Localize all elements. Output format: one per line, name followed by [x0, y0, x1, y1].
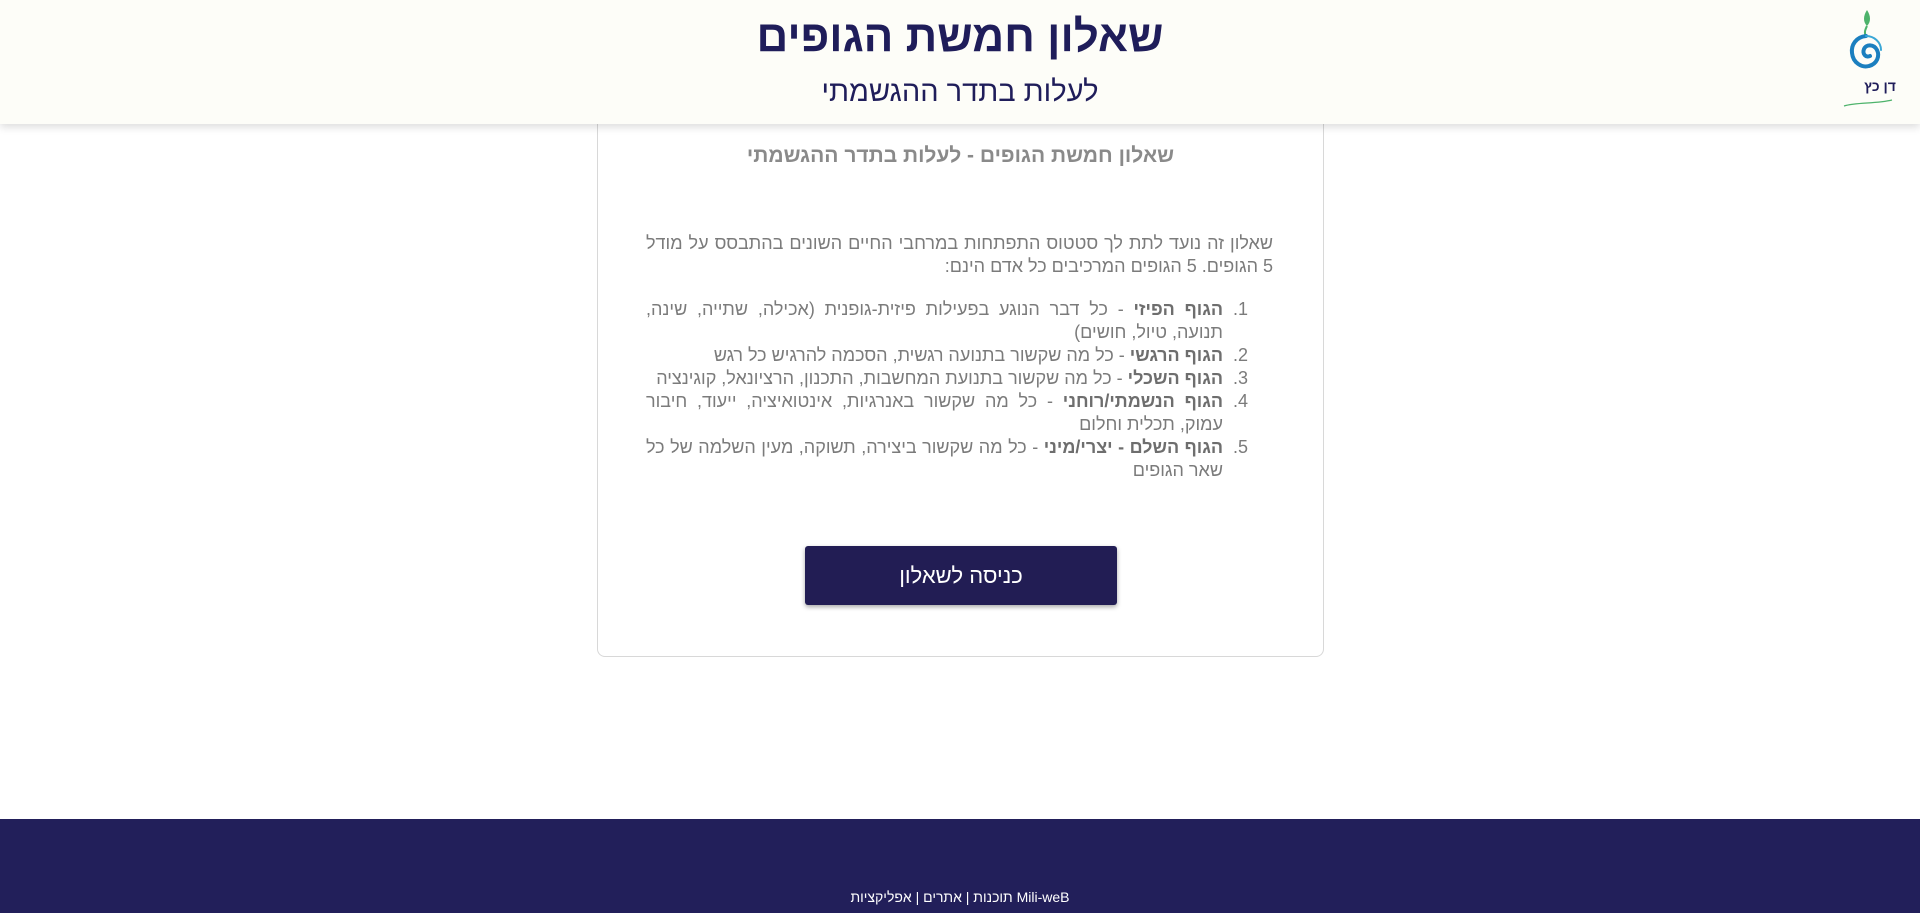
- card-title: שאלון חמשת הגופים - לעלות בתדר ההגשמתי: [746, 144, 1175, 167]
- spiral-sprout-icon: [1843, 10, 1893, 107]
- logo-name: דן כץ: [1864, 78, 1896, 94]
- list-item: 5. הגוף השלם - יצרי/מיני - כל מה שקשור ב…: [646, 436, 1248, 482]
- page-title: שאלון חמשת הגופים: [756, 12, 1164, 61]
- list-item-number: 4.: [1232, 391, 1248, 411]
- page-subtitle: לעלות בתדר ההגשמתי: [821, 76, 1099, 108]
- body-name: הגוף השלם - יצרי/מיני: [1043, 437, 1223, 457]
- list-item-number: 2.: [1232, 345, 1248, 365]
- list-item: 1. הגוף הפיזי - כל דבר הנוגע בפעילות פיז…: [646, 298, 1248, 344]
- list-item: 2. הגוף הרגשי - כל מה שקשור בתנועה רגשית…: [646, 344, 1248, 367]
- body-name: הגוף השכלי: [1127, 368, 1223, 388]
- body-description: - כל מה שקשור בתנועת המחשבות, התכנון, הר…: [656, 368, 1128, 388]
- list-item-number: 1.: [1232, 299, 1248, 319]
- intro-text: שאלון זה נועד לתת לך סטטוס התפתחות במרחב…: [646, 233, 1273, 276]
- body-description: - כל מה שקשור בתנועה רגשית, הסכמה להרגיש…: [713, 345, 1130, 365]
- enter-questionnaire-button[interactable]: כניסה לשאלון: [805, 546, 1117, 605]
- body-name: הגוף הרגשי: [1129, 345, 1223, 365]
- footer-credit-link[interactable]: Mili-weB תוכנות | אתרים | אפליקציות: [0, 889, 1920, 905]
- site-header: שאלון חמשת הגופים לעלות בתדר ההגשמתי דן …: [0, 0, 1920, 124]
- list-item: 4. הגוף הנשמתי/רוחני - כל מה שקשור באנרג…: [646, 390, 1248, 436]
- list-item: 3. הגוף השכלי - כל מה שקשור בתנועת המחשב…: [646, 367, 1248, 390]
- body-name: הגוף הפיזי: [1133, 299, 1224, 319]
- list-item-number: 5.: [1232, 437, 1248, 457]
- site-footer: Mili-weB תוכנות | אתרים | אפליקציות: [0, 819, 1920, 913]
- five-bodies-list: 1. הגוף הפיזי - כל דבר הנוגע בפעילות פיז…: [646, 298, 1273, 482]
- body-name: הגוף הנשמתי/רוחני: [1062, 391, 1224, 411]
- questionnaire-card: שאלון חמשת הגופים - לעלות בתדר ההגשמתי ש…: [597, 100, 1324, 657]
- list-item-number: 3.: [1232, 368, 1248, 388]
